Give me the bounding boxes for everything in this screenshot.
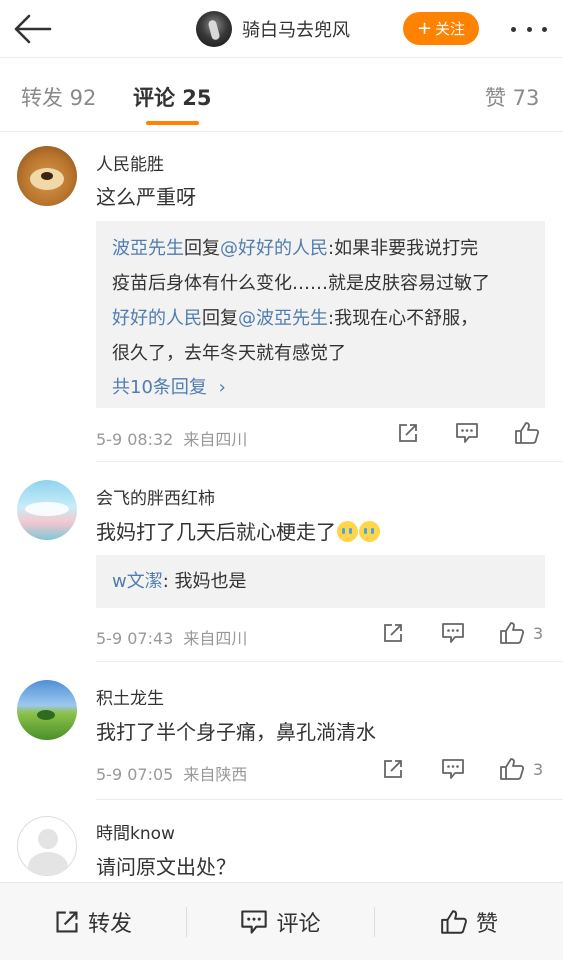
comment-meta: 5-9 08:32 来自四川 <box>96 426 247 450</box>
reply-to-user[interactable]: @波亞先生 <box>238 308 328 329</box>
reply-verb: 回复 <box>202 308 238 329</box>
author-name[interactable]: 骑白马去兜风 <box>242 16 350 42</box>
comment-text: 这么严重呀 <box>96 185 196 209</box>
reply-to-user[interactable]: @好好的人民 <box>220 238 328 259</box>
thumbs-up-icon <box>500 622 525 644</box>
reply-preview[interactable]: 波亞先生回复@好好的人民:如果非要我说打完 疫苗后身体有什么变化……就是皮肤容易… <box>96 221 545 408</box>
avatar[interactable] <box>17 146 77 206</box>
share-icon <box>384 760 402 778</box>
more-options-button[interactable] <box>507 14 551 44</box>
like-button[interactable]: 赞 <box>375 883 563 960</box>
reply-preview[interactable]: w文潔: 我妈也是 <box>96 555 545 608</box>
follow-label: 关注 <box>435 20 466 38</box>
post-author[interactable]: 骑白马去兜风 <box>196 10 350 48</box>
more-dots-icon <box>526 26 532 32</box>
avatar[interactable] <box>17 680 77 740</box>
comment-meta: 5-9 07:05 来自陕西 <box>96 761 247 785</box>
comment-label: 评论 <box>276 912 321 937</box>
share-icon <box>56 911 78 933</box>
comment-icon <box>442 759 464 779</box>
tab-reposts[interactable]: 转发 92 <box>21 82 96 112</box>
like-count: 3 <box>533 623 544 643</box>
reply-line: 好好的人民回复@波亞先生:我现在心不舒服， <box>112 301 529 336</box>
comment-location: 来自陕西 <box>183 765 248 784</box>
comment-text-body: 我妈打了几天后就心梗走了 <box>96 520 336 544</box>
comment-time: 5-9 07:43 <box>96 629 174 648</box>
reply-line: w文潔: 我妈也是 <box>112 564 529 599</box>
view-all-replies-label: 共10条回复 <box>112 377 207 398</box>
more-dots-icon <box>542 26 547 32</box>
like-comment-button[interactable]: 3 <box>499 621 543 645</box>
comment-time: 5-9 08:32 <box>96 430 174 449</box>
comment-icon <box>241 910 268 934</box>
reply-body: :如果非要我说打完 <box>328 238 479 259</box>
chevron-right-icon: › <box>218 377 226 398</box>
commenter-name[interactable]: 時間know <box>96 819 175 844</box>
comment-location: 来自四川 <box>183 629 248 648</box>
reply-body-cont: 很久了，去年冬天就有感觉了 <box>112 343 346 364</box>
like-label: 赞 <box>475 912 498 937</box>
reply-from-user[interactable]: 波亞先生 <box>112 238 184 259</box>
repost-comment-button[interactable] <box>397 422 419 444</box>
reply-comment-button[interactable] <box>441 622 465 644</box>
commenter-name[interactable]: 人民能胜 <box>96 150 164 175</box>
comment-time: 5-9 07:05 <box>96 765 174 784</box>
comment-item: 积土龙生 我打了半个身子痛，鼻孔淌清水 5-9 07:05 来自陕西 3 <box>0 662 563 800</box>
like-count: 3 <box>533 759 544 779</box>
follow-button[interactable]: + 关注 <box>403 12 479 45</box>
thumbs-up-icon <box>500 758 525 780</box>
reply-body: :我现在心不舒服， <box>328 308 479 329</box>
commenter-name[interactable]: 积土龙生 <box>96 684 164 709</box>
like-comment-button[interactable] <box>514 421 548 445</box>
author-avatar[interactable] <box>196 11 232 47</box>
repost-button[interactable]: 转发 <box>0 883 186 960</box>
reply-comment-button[interactable] <box>441 758 465 780</box>
view-all-replies-link[interactable]: 共10条回复 › <box>112 371 529 404</box>
more-dots-icon <box>511 26 516 32</box>
commenter-name[interactable]: 会飞的胖西红柿 <box>96 484 215 509</box>
repost-label: 转发 <box>87 912 132 937</box>
share-icon <box>399 424 417 442</box>
reply-from-user[interactable]: w文潔 <box>112 571 163 592</box>
thumbs-up-icon <box>515 422 540 444</box>
repost-comment-button[interactable] <box>382 622 404 644</box>
back-button[interactable] <box>12 12 56 46</box>
share-icon <box>384 624 402 642</box>
avatar[interactable] <box>17 480 77 540</box>
tab-bar: 转发 92 评论 25 赞 73 <box>0 58 563 132</box>
comment-text: 请问原文出处？ <box>96 855 236 879</box>
reply-from-user[interactable]: 好好的人民 <box>112 308 202 329</box>
active-tab-indicator <box>146 121 199 125</box>
reply-line: 波亞先生回复@好好的人民:如果非要我说打完 <box>112 231 529 266</box>
comment-item: 時間know 请问原文出处？ <box>0 800 563 882</box>
reply-body-cont: 疫苗后身体有什么变化……就是皮肤容易过敏了 <box>112 273 490 294</box>
repost-comment-button[interactable] <box>382 758 404 780</box>
thumbs-up-icon <box>441 910 467 934</box>
back-arrow-icon <box>14 14 52 44</box>
reply-comment-button[interactable] <box>455 422 479 444</box>
comment-item: 人民能胜 这么严重呀 波亞先生回复@好好的人民:如果非要我说打完 疫苗后身体有什… <box>0 132 563 462</box>
tab-likes[interactable]: 赞 73 <box>485 82 539 112</box>
comment-location: 来自四川 <box>183 430 248 449</box>
top-nav-bar: 骑白马去兜风 + 关注 <box>0 0 563 58</box>
crying-emoji-icon <box>359 521 380 542</box>
comment-icon <box>442 623 464 643</box>
comment-item: 会飞的胖西红柿 我妈打了几天后就心梗走了 w文潔: 我妈也是 5-9 07:43… <box>0 462 563 662</box>
reply-verb: 回复 <box>184 238 220 259</box>
comment-text: 我打了半个身子痛，鼻孔淌清水 <box>96 720 376 744</box>
bottom-action-bar: 转发 评论 赞 <box>0 882 563 960</box>
tab-comments[interactable]: 评论 25 <box>133 82 212 112</box>
comment-icon <box>456 423 478 443</box>
comment-text: 我妈打了几天后就心梗走了 <box>96 516 380 545</box>
like-comment-button[interactable]: 3 <box>499 757 543 781</box>
avatar[interactable] <box>17 816 77 876</box>
plus-icon: + <box>416 17 433 39</box>
crying-emoji-icon <box>337 521 358 542</box>
comment-button[interactable]: 评论 <box>187 883 374 960</box>
comment-meta: 5-9 07:43 来自四川 <box>96 625 247 649</box>
reply-body: : 我妈也是 <box>162 571 247 592</box>
